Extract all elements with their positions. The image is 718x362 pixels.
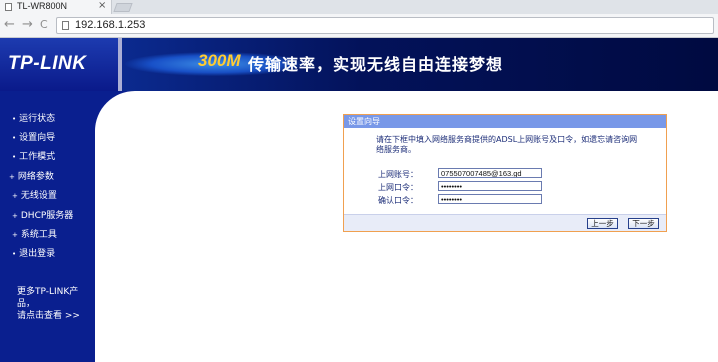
page-icon xyxy=(62,21,69,30)
slogan-text: 传输速率，实现无线自由连接梦想 xyxy=(248,55,504,74)
reload-icon[interactable]: C xyxy=(40,18,48,32)
sidebar-item-label: 无线设置 xyxy=(20,191,57,201)
wizard-description: 请在下框中填入网络服务商提供的ADSL上网账号及口令，如遗忘请咨询网络服务商。 xyxy=(376,135,638,154)
header-banner: TP-LINK 300M 传输速率，实现无线自由连接梦想 xyxy=(0,38,718,91)
url-text[interactable]: 192.168.1.253 xyxy=(75,19,145,31)
sidebar-item-label: 运行状态 xyxy=(19,114,56,124)
logo-area: TP-LINK xyxy=(0,38,118,91)
account-input[interactable]: 075507007485@163.gd xyxy=(438,168,542,178)
sidebar-item-system[interactable]: + 系统工具 xyxy=(12,227,57,240)
prev-button[interactable]: 上一步 xyxy=(587,218,618,229)
sidebar-item-dhcp[interactable]: + DHCP服务器 xyxy=(12,208,73,221)
close-icon[interactable]: × xyxy=(98,0,106,11)
more-products-link[interactable]: 请点击查看 >> xyxy=(17,310,95,322)
sidebar-item-status[interactable]: • 运行状态 xyxy=(12,111,55,124)
password-label: 上网口令： xyxy=(378,183,418,192)
password-input[interactable]: •••••••• xyxy=(438,181,542,191)
sidebar-item-label: 退出登录 xyxy=(19,249,56,259)
wizard-panel: 设置向导 请在下框中填入网络服务商提供的ADSL上网账号及口令，如遗忘请咨询网络… xyxy=(343,114,667,232)
next-button[interactable]: 下一步 xyxy=(628,218,659,229)
sidebar-item-wizard[interactable]: • 设置向导 xyxy=(12,130,55,143)
sidebar-item-logout[interactable]: • 退出登录 xyxy=(12,246,55,259)
sidebar-item-label: 工作模式 xyxy=(19,152,56,162)
sidebar-item-label: 系统工具 xyxy=(20,230,57,240)
sidebar-item-label: DHCP服务器 xyxy=(20,211,74,221)
panel-footer: 上一步 下一步 xyxy=(344,214,666,231)
address-bar[interactable]: 192.168.1.253 xyxy=(56,17,714,34)
tab-title: TL-WR800N xyxy=(17,1,68,11)
sidebar-item-label: 网络参数 xyxy=(17,172,54,182)
forward-icon[interactable]: → xyxy=(22,18,33,32)
account-label: 上网账号： xyxy=(378,170,418,179)
sidebar-item-label: 设置向导 xyxy=(19,133,56,143)
confirm-password-input[interactable]: •••••••• xyxy=(438,194,542,204)
sidebar-menu: • 运行状态 • 设置向导 • 工作模式 + 网络参数 + 无线设置 + DHCP服务器 +… xyxy=(0,91,95,362)
sidebar-item-wireless[interactable]: + 无线设置 xyxy=(12,188,57,201)
page-icon xyxy=(5,3,12,11)
browser-toolbar: ← → C 192.168.1.253 xyxy=(0,14,718,38)
browser-tab[interactable]: TL-WR800N × xyxy=(0,0,112,14)
panel-header: 设置向导 xyxy=(344,115,666,128)
browser-tab-bar: TL-WR800N × xyxy=(0,0,718,14)
panel-title: 设置向导 xyxy=(348,117,380,126)
slogan-highlight: 300M xyxy=(198,51,241,70)
confirm-password-label: 确认口令： xyxy=(378,196,418,205)
back-icon[interactable]: ← xyxy=(4,18,15,32)
more-products: 更多TP-LINK产品， 请点击查看 >> xyxy=(17,286,95,322)
sidebar-item-mode[interactable]: • 工作模式 xyxy=(12,149,55,162)
more-products-text: 更多TP-LINK产品， xyxy=(17,287,79,309)
new-tab-button[interactable] xyxy=(113,3,133,12)
sidebar-item-network[interactable]: + 网络参数 xyxy=(9,169,54,182)
tp-link-logo: TP-LINK xyxy=(8,53,87,74)
